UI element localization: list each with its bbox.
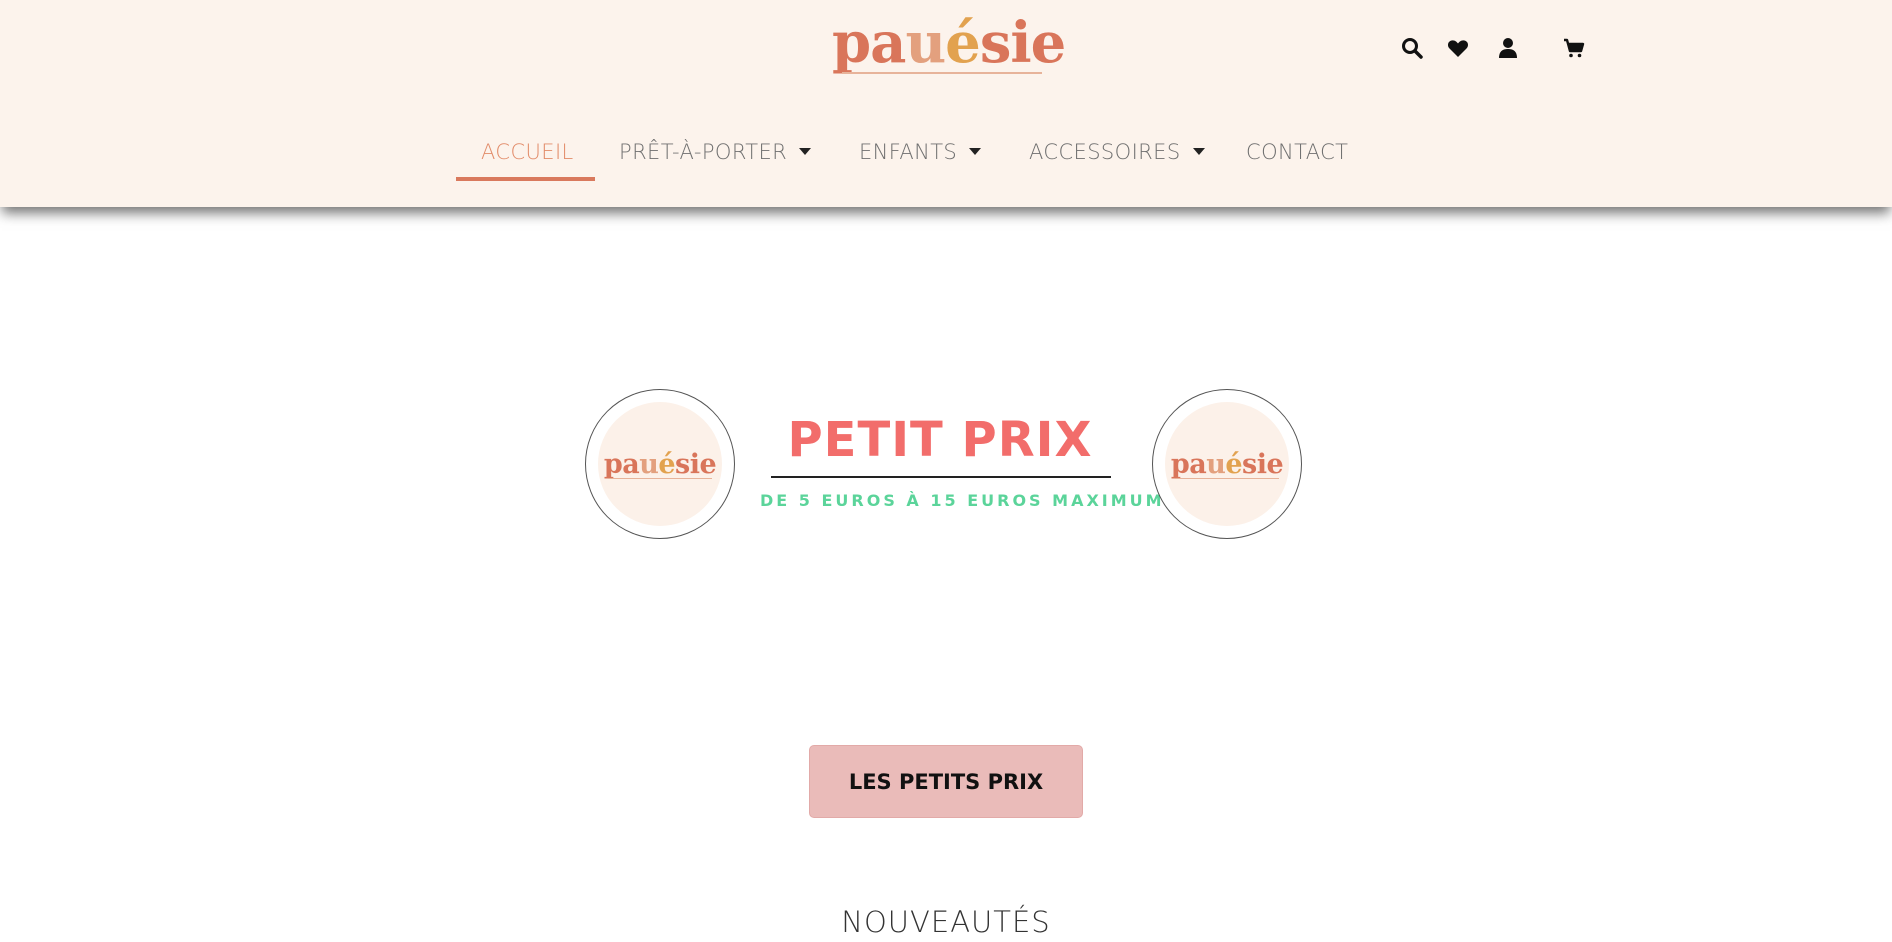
- site-header: pauésie ACCUEIL PRÊT-À-PORTER ENFANTS AC…: [0, 0, 1892, 207]
- nav-item-label: ENFANTS: [859, 140, 958, 164]
- nav-item-label: ACCUEIL: [481, 140, 574, 164]
- nav-item-label: ACCESSOIRES: [1029, 140, 1181, 164]
- active-nav-indicator: [456, 177, 595, 181]
- badge-inner: pauésie: [1165, 402, 1289, 526]
- promo-subtitle: DE 5 EUROS À 15 EUROS MAXIMUM!: [760, 491, 1175, 510]
- chevron-down-icon: [1192, 147, 1205, 155]
- main-nav: ACCUEIL PRÊT-À-PORTER ENFANTS ACCESSOIRE…: [0, 130, 1892, 182]
- logo-wordmark: pauésie: [832, 10, 1066, 76]
- promo-divider: [771, 476, 1111, 478]
- user-icon[interactable]: [1496, 36, 1522, 62]
- nav-item-accueil[interactable]: ACCUEIL: [481, 130, 574, 182]
- chevron-down-icon: [799, 147, 812, 155]
- nav-item-accessoires[interactable]: ACCESSOIRES: [1029, 130, 1205, 182]
- badge-wordmark: pauésie: [1170, 448, 1284, 480]
- cart-icon[interactable]: [1562, 36, 1588, 62]
- badge-inner: pauésie: [598, 402, 722, 526]
- badge-logo-left: pauésie: [585, 389, 735, 539]
- badge-logo-right: pauésie: [1152, 389, 1302, 539]
- section-title-nouveautes: NOUVEAUTÉS: [841, 905, 1051, 939]
- nav-item-contact[interactable]: CONTACT: [1246, 130, 1348, 182]
- nav-item-label: PRÊT-À-PORTER: [619, 140, 788, 164]
- heart-icon[interactable]: [1446, 36, 1472, 62]
- logo-underline: [842, 72, 1042, 74]
- nav-item-pret-a-porter[interactable]: PRÊT-À-PORTER: [619, 130, 812, 182]
- petits-prix-button[interactable]: LES PETITS PRIX: [809, 745, 1083, 818]
- nav-item-label: CONTACT: [1246, 140, 1349, 164]
- nav-item-enfants[interactable]: ENFANTS: [859, 130, 982, 182]
- badge-wordmark: pauésie: [603, 448, 717, 480]
- chevron-down-icon: [969, 147, 982, 155]
- promo-title: PETIT PRIX: [787, 412, 1093, 468]
- search-icon[interactable]: [1400, 36, 1426, 62]
- site-logo[interactable]: pauésie: [832, 10, 1066, 82]
